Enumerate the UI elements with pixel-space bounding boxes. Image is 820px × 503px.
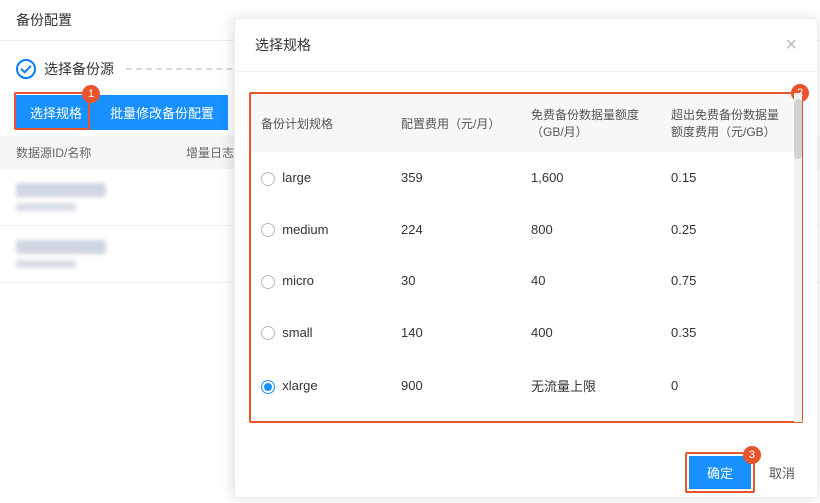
radio-xlarge[interactable] bbox=[261, 380, 275, 394]
spec-free-quota: 40 bbox=[521, 255, 661, 307]
radio-small[interactable] bbox=[261, 326, 275, 340]
spec-name: medium bbox=[282, 222, 328, 237]
scrollbar-thumb[interactable] bbox=[794, 99, 802, 159]
spec-config-fee: 30 bbox=[391, 255, 521, 307]
col-overage-fee: 超出免费备份数据量额度费用（元/GB） bbox=[661, 94, 793, 152]
spec-name: micro bbox=[282, 273, 314, 288]
spec-name: large bbox=[282, 170, 311, 185]
modal-header: 选择规格 × bbox=[235, 19, 817, 72]
spec-row[interactable]: xlarge 900无流量上限0 bbox=[251, 358, 793, 413]
spec-name: xlarge bbox=[282, 378, 317, 393]
spec-table-wrap: 2 备份计划规格 配置费用（元/月） 免费备份数据量额度（GB/月） 超出免费备… bbox=[249, 92, 803, 423]
confirm-button[interactable]: 确定 3 bbox=[689, 456, 751, 489]
spec-overage-fee: 0.75 bbox=[661, 255, 793, 307]
spec-overage-fee: 0 bbox=[661, 358, 793, 413]
spec-overage-fee: 0.15 bbox=[661, 152, 793, 204]
spec-config-fee: 224 bbox=[391, 204, 521, 256]
col-spec: 备份计划规格 bbox=[251, 94, 391, 152]
spec-table: 备份计划规格 配置费用（元/月） 免费备份数据量额度（GB/月） 超出免费备份数… bbox=[251, 94, 793, 413]
spec-row[interactable]: medium 2248000.25 bbox=[251, 204, 793, 256]
spec-row[interactable]: large 3591,6000.15 bbox=[251, 152, 793, 204]
modal-title: 选择规格 bbox=[255, 35, 311, 55]
spec-overage-fee: 0.35 bbox=[661, 307, 793, 359]
spec-name: small bbox=[282, 325, 312, 340]
close-icon[interactable]: × bbox=[785, 35, 797, 55]
col-free-quota: 免费备份数据量额度（GB/月） bbox=[521, 94, 661, 152]
scrollbar[interactable] bbox=[794, 93, 802, 422]
spec-free-quota: 1,600 bbox=[521, 152, 661, 204]
radio-large[interactable] bbox=[261, 172, 275, 186]
spec-row[interactable]: micro 30400.75 bbox=[251, 255, 793, 307]
spec-row[interactable]: small 1404000.35 bbox=[251, 307, 793, 359]
cancel-button[interactable]: 取消 bbox=[763, 456, 801, 489]
spec-config-fee: 359 bbox=[391, 152, 521, 204]
confirm-label: 确定 bbox=[707, 466, 733, 481]
spec-free-quota: 无流量上限 bbox=[521, 358, 661, 413]
spec-config-fee: 140 bbox=[391, 307, 521, 359]
radio-micro[interactable] bbox=[261, 275, 275, 289]
spec-free-quota: 400 bbox=[521, 307, 661, 359]
select-spec-modal: 选择规格 × 2 备份计划规格 配置费用（元/月） 免费备份数据量额度（GB/月… bbox=[234, 18, 818, 498]
callout-badge-3: 3 bbox=[743, 446, 761, 464]
spec-overage-fee: 0.25 bbox=[661, 204, 793, 256]
spec-free-quota: 800 bbox=[521, 204, 661, 256]
spec-config-fee: 900 bbox=[391, 358, 521, 413]
modal-footer: 确定 3 取消 bbox=[689, 456, 801, 489]
radio-medium[interactable] bbox=[261, 223, 275, 237]
col-config-fee: 配置费用（元/月） bbox=[391, 94, 521, 152]
